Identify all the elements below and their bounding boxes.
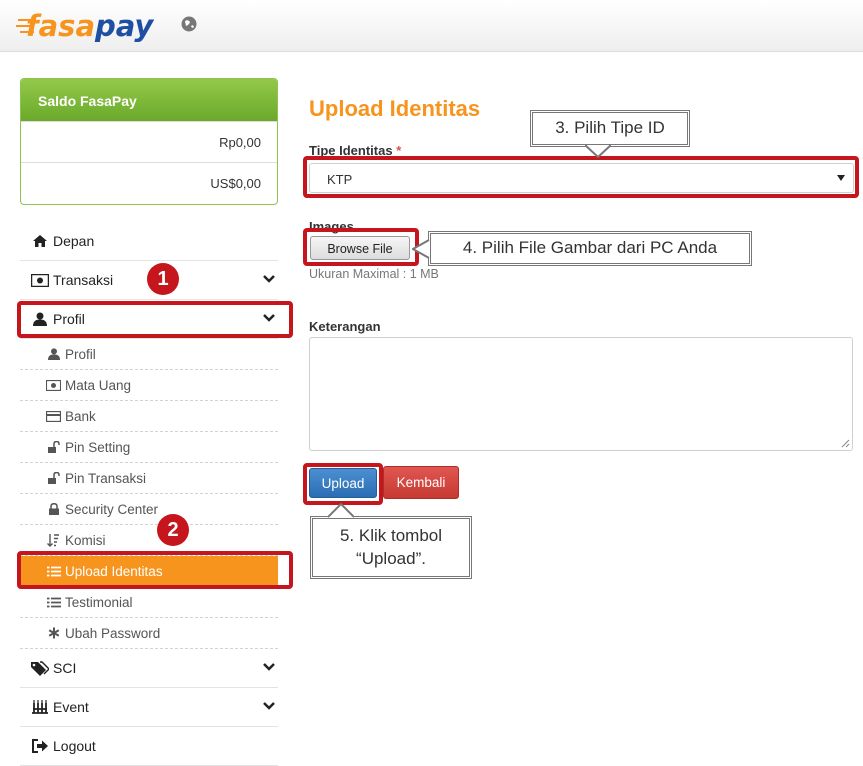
sidebar-item-sci[interactable]: SCI [20, 649, 278, 688]
callout-5-pointer [328, 503, 354, 518]
sidebar-item-label: Logout [53, 738, 96, 754]
submenu-label: Profil [65, 346, 96, 362]
page-title: Upload Identitas [309, 96, 481, 121]
images-label: Images [309, 219, 354, 234]
submenu-item-pin-setting[interactable]: Pin Setting [20, 432, 278, 463]
globe-icon[interactable] [180, 15, 198, 33]
callout-step-5: 5. Klik tombol “Upload”. [310, 516, 472, 579]
submenu-item-ubah-password[interactable]: Ubah Password [20, 618, 278, 649]
callout-5-line-1: 5. Klik tombol [339, 526, 443, 546]
step-2-badge: 2 [157, 514, 189, 546]
submenu-label: Mata Uang [65, 377, 132, 393]
keterangan-textarea[interactable] [309, 337, 853, 451]
tipe-identitas-label: Tipe Identitas * [309, 143, 401, 158]
submenu-item-komisi[interactable]: Komisi [20, 525, 278, 556]
logout-icon [31, 738, 49, 754]
saldo-usd: US$0,00 [21, 162, 277, 203]
money-icon [46, 379, 61, 392]
keterangan-label: Keterangan [309, 319, 381, 334]
sort-icon [46, 533, 61, 547]
tipe-identitas-select[interactable]: KTP [309, 163, 854, 193]
submenu-item-mata-uang[interactable]: Mata Uang [20, 370, 278, 401]
sidebar-nav: Depan Transaksi Profil Profil Mata Uang … [20, 222, 278, 766]
sidebar-item-label: Transaksi [53, 272, 114, 288]
tipe-identitas-value: KTP [327, 172, 353, 187]
submenu-item-profil[interactable]: Profil [20, 339, 278, 370]
unlock-icon [46, 441, 61, 454]
list-icon [46, 565, 61, 578]
event-icon [31, 699, 49, 715]
credit-card-icon [46, 410, 61, 423]
saldo-panel: Saldo FasaPay Rp0,00 US$0,00 [20, 78, 278, 205]
chevron-down-icon[interactable] [262, 660, 276, 674]
submenu-item-testimonial[interactable]: Testimonial [20, 587, 278, 618]
submenu-label: Komisi [65, 532, 106, 548]
submenu-label: Pin Setting [65, 439, 131, 455]
asterisk-icon [46, 627, 61, 640]
submenu-item-bank[interactable]: Bank [20, 401, 278, 432]
money-icon [31, 272, 49, 288]
sidebar-item-label: SCI [53, 660, 77, 676]
home-icon [31, 233, 49, 249]
submenu-item-security-center[interactable]: Security Center [20, 494, 278, 525]
sidebar-item-logout[interactable]: Logout [20, 727, 278, 766]
svg-text:pay: pay [94, 9, 154, 43]
sidebar-item-event[interactable]: Event [20, 688, 278, 727]
resize-grip-icon[interactable] [841, 439, 850, 448]
submenu-label: Ubah Password [65, 625, 161, 641]
submenu-label: Pin Transaksi [65, 470, 147, 486]
sidebar-item-profil[interactable]: Profil [20, 300, 278, 339]
user-icon [31, 311, 49, 327]
chevron-down-icon[interactable] [262, 699, 276, 713]
saldo-idr: Rp0,00 [21, 121, 277, 162]
max-size-hint: Ukuran Maximal : 1 MB [309, 267, 439, 281]
tipe-identitas-text: Tipe Identitas [309, 143, 393, 158]
callout-step-3: 3. Pilih Tipe ID [530, 110, 690, 147]
sidebar-item-label: Event [53, 699, 89, 715]
top-header: fasa pay [0, 0, 863, 52]
list-icon [46, 596, 61, 609]
submenu-label: Upload Identitas [65, 563, 163, 579]
callout-4-pointer [412, 239, 430, 259]
tags-icon [31, 660, 49, 676]
lock-icon [46, 503, 61, 516]
submenu-label: Testimonial [65, 594, 133, 610]
submenu-label: Security Center [65, 501, 159, 517]
fasapay-logo[interactable]: fasa pay [16, 6, 161, 44]
step-1-badge: 1 [147, 263, 179, 295]
sidebar-item-label: Profil [53, 311, 85, 327]
chevron-down-icon[interactable] [262, 272, 276, 286]
sidebar-item-depan[interactable]: Depan [20, 222, 278, 261]
callout-5-line-2: “Upload”. [356, 548, 426, 568]
required-mark: * [396, 143, 402, 158]
kembali-button[interactable]: Kembali [383, 466, 459, 499]
callout-3-pointer [585, 144, 611, 158]
callout-step-4: 4. Pilih File Gambar dari PC Anda [428, 231, 752, 266]
user-icon [46, 348, 61, 361]
browse-file-button[interactable]: Browse File [310, 236, 410, 260]
saldo-title: Saldo FasaPay [21, 79, 277, 121]
upload-button[interactable]: Upload [309, 468, 377, 498]
submenu-item-upload-identitas[interactable]: Upload Identitas [20, 556, 278, 587]
chevron-down-icon[interactable] [262, 311, 276, 325]
caret-down-icon [837, 175, 845, 181]
sidebar-item-label: Depan [53, 233, 95, 249]
svg-text:fasa: fasa [26, 9, 95, 43]
submenu-item-pin-transaksi[interactable]: Pin Transaksi [20, 463, 278, 494]
unlock-icon [46, 472, 61, 485]
submenu-label: Bank [65, 408, 96, 424]
